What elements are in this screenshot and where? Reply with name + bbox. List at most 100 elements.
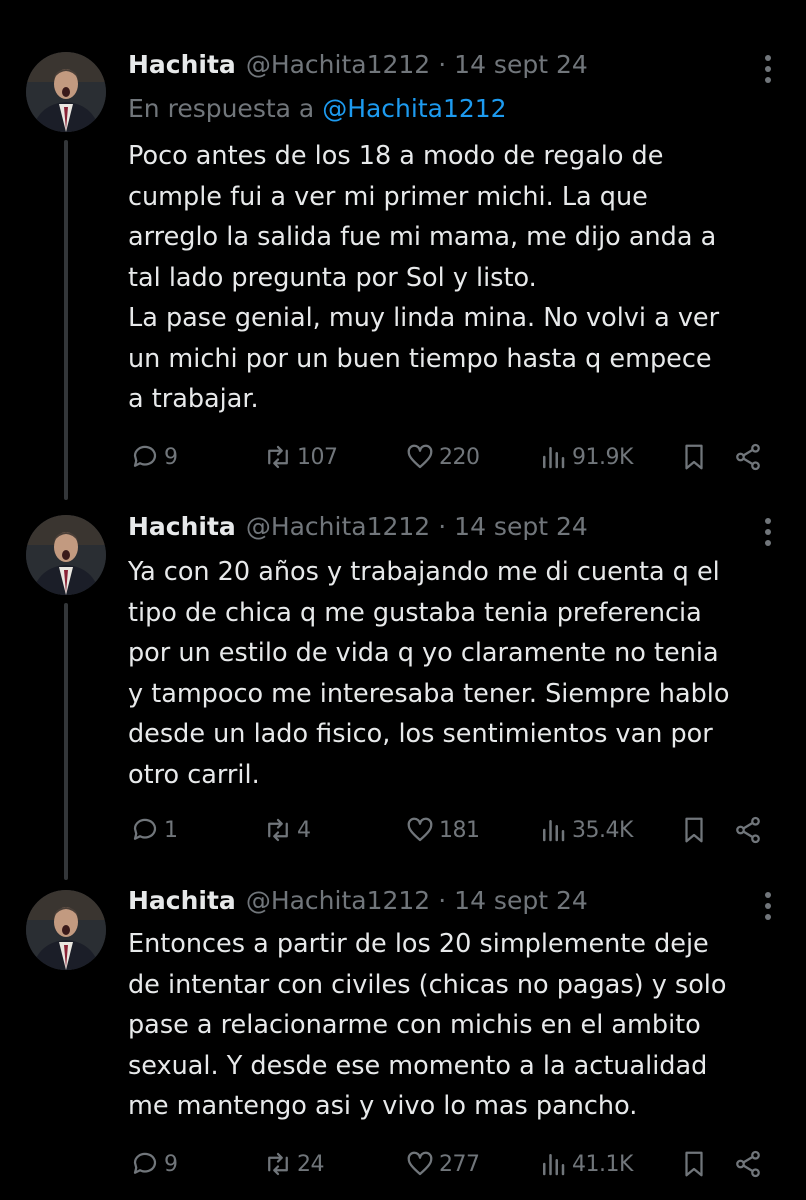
tweet-text-line: arreglo la salida fue mi mama, me dijo a… bbox=[128, 222, 717, 252]
tweet-date[interactable]: 14 sept 24 bbox=[454, 50, 588, 79]
action-bar: 9 107 220 91.9K bbox=[0, 437, 806, 477]
tweet-text-line: otro carril. bbox=[128, 759, 260, 790]
tweet-text-line: Ya con 20 años y trabajando me di cuenta… bbox=[128, 557, 720, 587]
views-icon bbox=[543, 1154, 565, 1176]
tweet-text-line: por un estilo de vida q yo claramente no… bbox=[128, 638, 719, 668]
tweet-date[interactable]: 14 sept 24 bbox=[454, 886, 588, 915]
display-name[interactable]: Hachita bbox=[128, 50, 236, 79]
tweet-3[interactable]: Hachita @Hachita1212 · 14 sept 24 Entonc… bbox=[0, 880, 806, 1200]
repost-button[interactable]: 107 bbox=[263, 437, 338, 477]
avatar-photo bbox=[26, 890, 106, 970]
share-icon bbox=[736, 1150, 760, 1178]
more-icon[interactable] bbox=[764, 892, 772, 920]
repost-icon bbox=[268, 445, 288, 469]
avatar[interactable] bbox=[26, 515, 106, 595]
avatar[interactable] bbox=[26, 52, 106, 132]
tweet-text-line: y tampoco me interesaba tener. Siempre h… bbox=[128, 678, 730, 709]
repost-count: 107 bbox=[297, 444, 338, 470]
tweet-text-line: de intentar con civiles (chicas no pagas… bbox=[128, 969, 727, 1000]
tweet-1[interactable]: Hachita @Hachita1212 · 14 sept 24 En res… bbox=[0, 0, 806, 500]
tweet-text: Entonces a partir de los 20 simplemente … bbox=[128, 924, 788, 1127]
bookmark-button[interactable] bbox=[679, 437, 713, 477]
more-icon[interactable] bbox=[764, 518, 772, 546]
tweet-text-line: pase a relacionarme con michis en el amb… bbox=[128, 1010, 701, 1040]
views-count: 35.4K bbox=[572, 817, 633, 843]
bookmark-button[interactable] bbox=[679, 1144, 713, 1184]
tweet-text: Poco antes de los 18 a modo de regalo de… bbox=[128, 136, 788, 420]
views-count: 41.1K bbox=[572, 1151, 633, 1177]
reply-button[interactable]: 1 bbox=[130, 810, 178, 850]
user-handle[interactable]: @Hachita1212 bbox=[246, 512, 430, 541]
display-name[interactable]: Hachita bbox=[128, 512, 236, 541]
tweet-text-line: me mantengo asi y vivo lo mas pancho. bbox=[128, 1091, 638, 1121]
heart-icon bbox=[407, 817, 433, 842]
share-icon bbox=[736, 816, 760, 844]
reply-mention-link[interactable]: @Hachita1212 bbox=[322, 94, 506, 123]
share-button[interactable] bbox=[733, 437, 767, 477]
tweet-text-line: La pase genial, muy linda mina. No volvi… bbox=[128, 303, 720, 333]
views-button[interactable]: 41.1K bbox=[538, 1144, 633, 1184]
bookmark-icon bbox=[685, 817, 703, 843]
tweet-text-line: desde un lado fisico, los sentimientos v… bbox=[128, 719, 713, 749]
reply-count: 1 bbox=[164, 817, 178, 843]
like-button[interactable]: 181 bbox=[405, 810, 480, 850]
tweet-text-line: a trabajar. bbox=[128, 384, 259, 414]
like-button[interactable]: 277 bbox=[405, 1144, 480, 1184]
views-count: 91.9K bbox=[572, 444, 633, 470]
action-bar: 9 24 277 41.1K bbox=[0, 1144, 806, 1184]
separator-dot: · bbox=[438, 512, 447, 541]
tweet-text-line: Poco antes de los 18 a modo de regalo de bbox=[128, 141, 664, 171]
reply-count: 9 bbox=[164, 444, 178, 470]
heart-icon bbox=[407, 1151, 433, 1176]
share-icon bbox=[736, 443, 760, 471]
views-button[interactable]: 91.9K bbox=[538, 437, 633, 477]
tweet-text-line: sexual. Y desde ese momento a la actuali… bbox=[128, 1050, 708, 1081]
like-count: 181 bbox=[439, 817, 480, 843]
tweet-header: Hachita @Hachita1212 · 14 sept 24 bbox=[128, 50, 746, 86]
avatar-photo bbox=[26, 515, 106, 595]
like-count: 277 bbox=[439, 1151, 480, 1177]
tweet-text-line: tipo de chica q me gustaba tenia prefere… bbox=[128, 597, 702, 628]
tweet-text-line: Entonces a partir de los 20 simplemente … bbox=[128, 929, 709, 959]
avatar-photo bbox=[26, 52, 106, 132]
tweet-text-line: cumple fui a ver mi primer michi. La que bbox=[128, 181, 648, 212]
repost-button[interactable]: 24 bbox=[263, 1144, 325, 1184]
share-button[interactable] bbox=[733, 810, 767, 850]
user-handle[interactable]: @Hachita1212 bbox=[246, 50, 430, 79]
separator-dot: · bbox=[438, 886, 447, 915]
reply-context: En respuesta a @Hachita1212 bbox=[128, 94, 507, 123]
reply-icon bbox=[133, 818, 157, 840]
reply-icon bbox=[133, 1152, 157, 1174]
separator-dot: · bbox=[438, 50, 447, 79]
views-button[interactable]: 35.4K bbox=[538, 810, 633, 850]
avatar[interactable] bbox=[26, 890, 106, 970]
heart-icon bbox=[407, 444, 433, 469]
views-icon bbox=[543, 820, 565, 842]
reply-count: 9 bbox=[164, 1151, 178, 1177]
reply-button[interactable]: 9 bbox=[130, 437, 178, 477]
reply-icon bbox=[133, 445, 157, 467]
repost-count: 4 bbox=[297, 817, 311, 843]
tweet-date[interactable]: 14 sept 24 bbox=[454, 512, 588, 541]
tweet-text-line: tal lado pregunta por Sol y listo. bbox=[128, 262, 537, 293]
share-button[interactable] bbox=[733, 1144, 767, 1184]
repost-icon bbox=[268, 818, 288, 842]
bookmark-icon bbox=[685, 444, 703, 470]
user-handle[interactable]: @Hachita1212 bbox=[246, 886, 430, 915]
repost-button[interactable]: 4 bbox=[263, 810, 311, 850]
tweet-header: Hachita @Hachita1212 · 14 sept 24 bbox=[128, 886, 746, 922]
tweet-2[interactable]: Hachita @Hachita1212 · 14 sept 24 Ya con… bbox=[0, 500, 806, 880]
repost-count: 24 bbox=[297, 1151, 325, 1177]
like-count: 220 bbox=[439, 444, 480, 470]
repost-icon bbox=[268, 1152, 288, 1176]
bookmark-button[interactable] bbox=[679, 810, 713, 850]
like-button[interactable]: 220 bbox=[405, 437, 480, 477]
more-icon[interactable] bbox=[764, 55, 772, 83]
views-icon bbox=[543, 447, 565, 469]
display-name[interactable]: Hachita bbox=[128, 886, 236, 915]
tweet-text-line: un michi por un buen tiempo hasta q empe… bbox=[128, 343, 712, 374]
tweet-text: Ya con 20 años y trabajando me di cuenta… bbox=[128, 552, 788, 795]
tweet-header: Hachita @Hachita1212 · 14 sept 24 bbox=[128, 512, 746, 548]
reply-button[interactable]: 9 bbox=[130, 1144, 178, 1184]
bookmark-icon bbox=[685, 1151, 703, 1177]
